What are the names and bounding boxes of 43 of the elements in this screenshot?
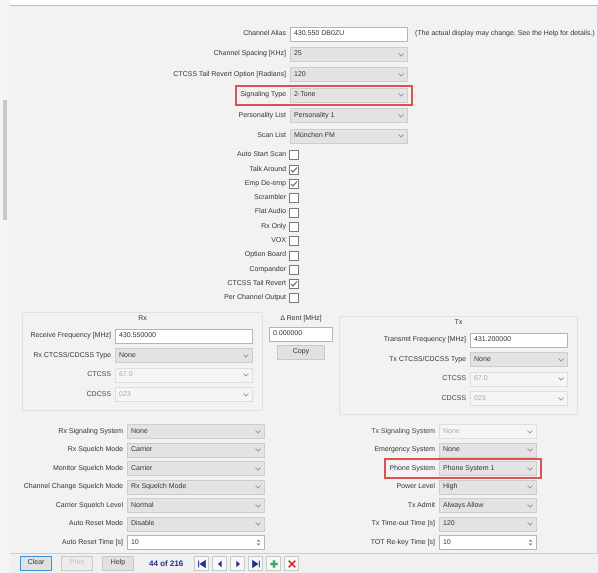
chevron-icon xyxy=(558,358,564,362)
checkbox[interactable] xyxy=(289,193,299,204)
chevron-icon xyxy=(527,466,533,471)
chevron-icon xyxy=(243,354,249,358)
last-record-icon[interactable] xyxy=(248,556,264,571)
chevron-icon xyxy=(527,522,533,526)
chevron-icon xyxy=(243,392,249,397)
checkbox[interactable] xyxy=(289,222,299,232)
chevron-icon xyxy=(527,485,533,490)
scrollbar-thumb[interactable] xyxy=(3,100,7,220)
previous-record-icon[interactable] xyxy=(212,556,228,571)
chevron-icon xyxy=(243,373,249,378)
chevron-icon xyxy=(398,93,404,98)
close-icon[interactable] xyxy=(284,556,300,571)
checkbox[interactable] xyxy=(289,164,299,175)
chevron-icon xyxy=(398,134,404,138)
spinner-icon[interactable] xyxy=(528,539,533,546)
chevron-icon xyxy=(527,430,533,434)
checkbox[interactable] xyxy=(289,179,299,190)
checkbox[interactable] xyxy=(289,150,299,160)
chevron-icon xyxy=(398,52,404,57)
chevron-icon xyxy=(255,522,261,526)
chevron-icon xyxy=(398,114,404,118)
first-record-icon[interactable] xyxy=(194,556,210,571)
checkbox[interactable] xyxy=(289,236,299,246)
chevron-icon xyxy=(255,430,261,434)
checkbox[interactable] xyxy=(289,279,299,290)
chevron-icon xyxy=(255,466,261,471)
chevron-icon xyxy=(558,377,564,382)
chevron-icon xyxy=(558,396,564,401)
record-counter: 44 of 216 xyxy=(149,558,184,570)
checkbox[interactable] xyxy=(289,264,299,275)
checkbox[interactable] xyxy=(289,293,299,304)
chevron-icon xyxy=(527,504,533,508)
chevron-icon xyxy=(255,485,261,490)
chevron-icon xyxy=(398,72,404,77)
chevron-icon xyxy=(527,448,533,452)
spinner-icon[interactable] xyxy=(256,539,261,546)
chevron-icon xyxy=(255,448,261,452)
checkbox[interactable] xyxy=(289,208,299,218)
chevron-icon xyxy=(255,504,261,508)
next-record-icon[interactable] xyxy=(230,556,246,571)
checkbox[interactable] xyxy=(289,250,299,261)
